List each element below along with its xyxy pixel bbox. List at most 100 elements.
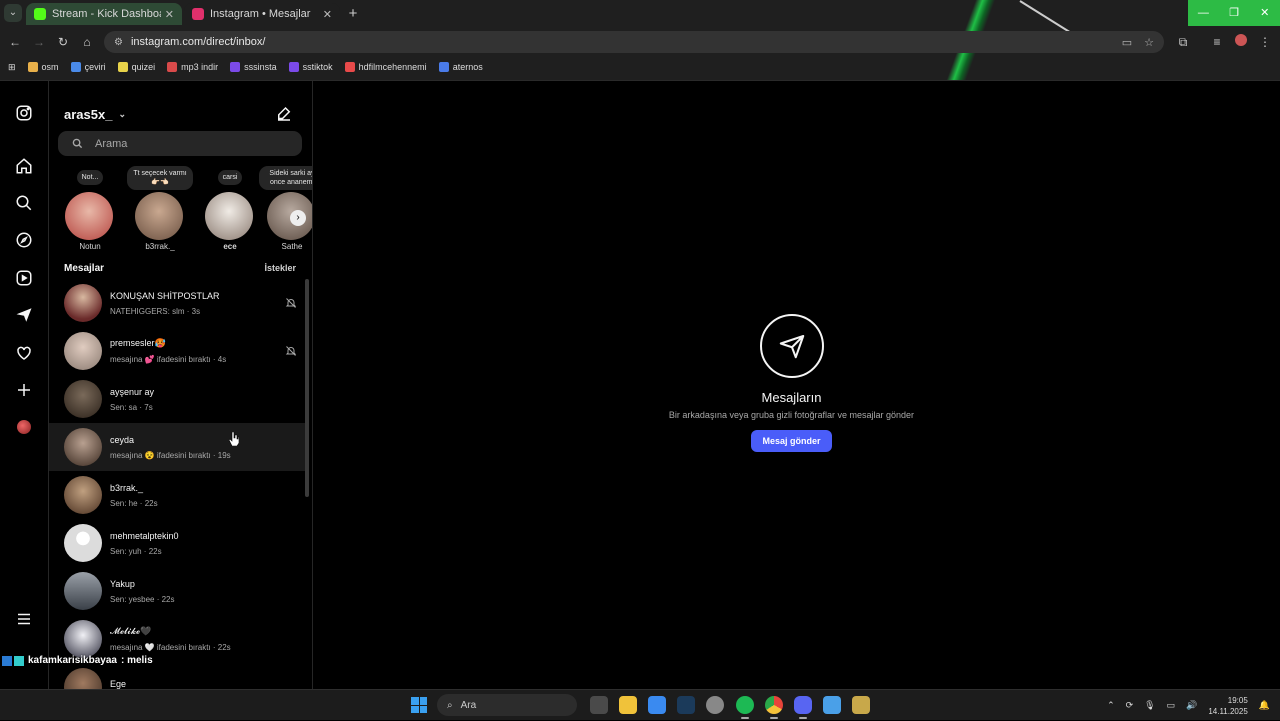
spotify-icon[interactable] xyxy=(736,696,754,719)
reels-icon[interactable] xyxy=(14,268,34,288)
tab-close-icon[interactable]: ✕ xyxy=(165,8,174,21)
chrome-icon[interactable] xyxy=(765,696,783,719)
avatar xyxy=(64,332,102,370)
tab-search-menu[interactable]: ⌄ xyxy=(4,4,22,22)
thread-row[interactable]: Ege xyxy=(49,663,307,689)
bookmark-ceviri[interactable]: çeviri xyxy=(70,62,106,72)
explore-compass-icon[interactable] xyxy=(14,230,34,250)
bookmark-sssinsta[interactable]: sssinsta xyxy=(230,62,277,72)
thread-name: Ege xyxy=(110,679,127,689)
avatar xyxy=(64,284,102,322)
avatar xyxy=(135,192,183,240)
home-nav-icon[interactable] xyxy=(14,156,34,176)
app-icon[interactable] xyxy=(823,696,841,714)
discord-icon[interactable] xyxy=(794,696,812,719)
messages-nav-icon[interactable] xyxy=(14,305,34,325)
steam-icon[interactable] xyxy=(677,696,695,714)
avatar xyxy=(205,192,253,240)
site-info-icon[interactable]: ⚙ xyxy=(114,37,123,48)
new-tab-button[interactable]: + xyxy=(344,5,362,23)
address-bar[interactable]: ⚙ instagram.com/direct/inbox/ ▭ ☆ xyxy=(104,31,1164,53)
menu-kebab-icon[interactable]: ⋮ xyxy=(1256,33,1274,51)
task-view-icon[interactable] xyxy=(590,696,608,714)
thread-row[interactable]: b3rrak._ Sen: he · 22s xyxy=(49,471,307,519)
file-explorer-icon[interactable] xyxy=(619,696,637,714)
search-icon xyxy=(72,138,83,149)
tab-close-icon[interactable]: ✕ xyxy=(323,8,332,21)
note-item[interactable]: Not... Notun xyxy=(55,166,125,251)
note-name: Sathe xyxy=(281,242,303,251)
bookmark-aternos[interactable]: aternos xyxy=(438,62,483,72)
microphone-icon[interactable]: 🎙 xyxy=(1144,700,1155,711)
system-tray: ⌃ ⟳ 🎙 ▭ 🔊 19:05 14.11.2025 🔔 xyxy=(1107,690,1270,721)
bookmark-icon xyxy=(288,62,299,72)
back-icon[interactable]: ← xyxy=(6,33,24,51)
bookmark-osm[interactable]: osm xyxy=(27,62,59,72)
note-bubble: Not... xyxy=(76,170,104,185)
clock-date: 14.11.2025 xyxy=(1208,706,1248,716)
thread-list: KONUŞAN SHİTPOSTLAR NATEHIGGERS: slm · 3s… xyxy=(49,279,307,689)
bookmark-star-icon[interactable]: ☆ xyxy=(1144,36,1154,49)
network-icon[interactable]: ▭ xyxy=(1167,700,1176,711)
window-controls: — ❐ ✕ xyxy=(1188,0,1280,26)
account-switcher[interactable]: aras5x_ ⌄ xyxy=(64,107,126,122)
extensions-icon[interactable]: ⧉ xyxy=(1174,33,1192,51)
note-name: b3rrak._ xyxy=(145,242,175,251)
reload-icon[interactable]: ↻ xyxy=(54,33,72,51)
home-icon[interactable]: ⌂ xyxy=(78,33,96,51)
thread-row[interactable]: KONUŞAN SHİTPOSTLAR NATEHIGGERS: slm · 3s xyxy=(49,279,307,327)
create-plus-icon[interactable] xyxy=(14,380,34,400)
avatar xyxy=(64,620,102,658)
more-menu-icon[interactable] xyxy=(14,609,34,629)
profile-nav-avatar[interactable] xyxy=(14,417,34,437)
requests-link[interactable]: İstekler xyxy=(264,263,296,273)
search-nav-icon[interactable] xyxy=(14,193,34,213)
tab-instagram[interactable]: Instagram • Mesajlar ✕ xyxy=(184,3,340,25)
thread-row[interactable]: premsesler🥵 mesajına 💕 ifadesini bıraktı … xyxy=(49,327,307,375)
instagram-logo-icon[interactable] xyxy=(14,103,34,123)
instagram-nav-rail xyxy=(0,81,49,689)
start-button[interactable] xyxy=(411,697,427,713)
search-icon: ⌕ xyxy=(447,699,453,711)
close-window-icon[interactable]: ✕ xyxy=(1249,0,1280,26)
avatar xyxy=(65,192,113,240)
restore-icon[interactable]: ❐ xyxy=(1219,0,1250,26)
github-icon[interactable] xyxy=(706,696,724,714)
tab-kick-dashboard[interactable]: Stream - Kick Dashboard ✕ xyxy=(26,3,182,25)
league-icon[interactable] xyxy=(852,696,870,714)
send-message-button[interactable]: Mesaj gönder xyxy=(751,430,832,452)
chevron-up-icon[interactable]: ⌃ xyxy=(1107,700,1115,711)
thread-row[interactable]: ayşenur ay Sen: sa · 7s xyxy=(49,375,307,423)
store-icon[interactable] xyxy=(648,696,666,714)
clock[interactable]: 19:05 14.11.2025 xyxy=(1208,695,1247,717)
bookmark-quizei[interactable]: quizei xyxy=(117,62,155,72)
note-item[interactable]: carsi ece xyxy=(195,166,265,251)
forward-icon[interactable]: → xyxy=(30,33,48,51)
bookmark-mp3-indir[interactable]: mp3 indir xyxy=(167,62,218,72)
note-item[interactable]: Tt seçecek varmı 👉🏻👈🏻 b3rrak._ xyxy=(125,166,195,251)
thread-snippet: Sen: yuh · 22s xyxy=(110,546,162,556)
notifications-heart-icon[interactable] xyxy=(14,343,34,363)
cast-icon[interactable]: ▭ xyxy=(1122,36,1132,49)
default-avatar xyxy=(64,524,102,562)
media-icon[interactable]: ≡ xyxy=(1208,33,1226,51)
profile-avatar[interactable] xyxy=(1232,33,1250,51)
sync-icon[interactable]: ⟳ xyxy=(1126,700,1134,711)
thread-row[interactable]: Yakup Sen: yesbee · 22s xyxy=(49,567,307,615)
avatar xyxy=(64,476,102,514)
thread-row[interactable]: ceyda mesajına 😵 ifadesini bıraktı · 19s xyxy=(49,423,307,471)
taskbar-search[interactable]: ⌕ Ara xyxy=(437,694,577,716)
bookmark-sstiktok[interactable]: sstiktok xyxy=(288,62,333,72)
search-input[interactable]: Arama xyxy=(58,131,302,156)
note-item[interactable]: Sideki sarki ay once ananemi Sathe xyxy=(257,166,312,251)
notes-tray: Not... Notun Tt seçecek varmı 👉🏻👈🏻 b3rra… xyxy=(49,166,312,256)
minimize-icon[interactable]: — xyxy=(1188,0,1219,26)
bookmark-hdfilmcehennemi[interactable]: hdfilmcehennemi xyxy=(344,62,427,72)
notes-next-arrow-icon[interactable]: › xyxy=(290,210,306,226)
volume-icon[interactable]: 🔊 xyxy=(1186,700,1197,711)
thread-list-scrollbar[interactable] xyxy=(305,279,309,497)
thread-row[interactable]: mehmetalptekin0 Sen: yuh · 22s xyxy=(49,519,307,567)
apps-grid-icon[interactable]: ⊞ xyxy=(8,62,16,73)
new-message-compose-icon[interactable] xyxy=(275,105,293,123)
notification-bell-icon[interactable]: 🔔 xyxy=(1259,700,1270,711)
